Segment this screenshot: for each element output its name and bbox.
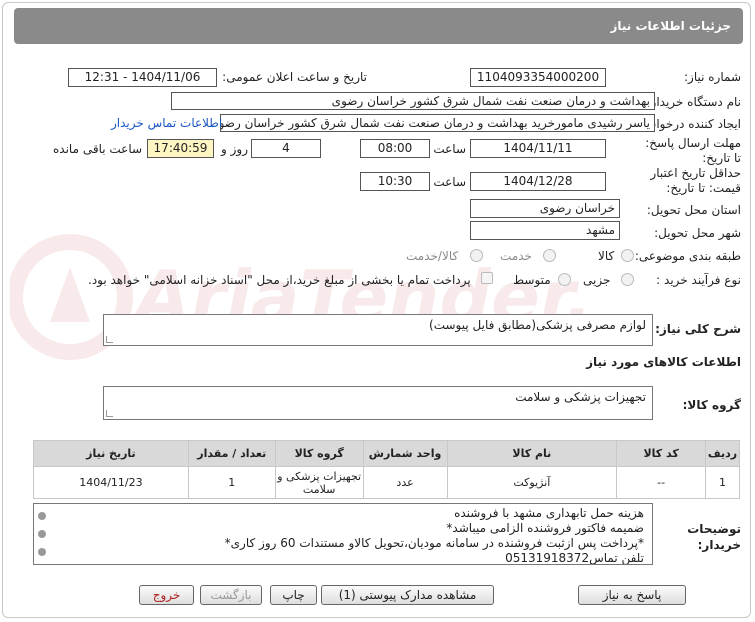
deadline-time-field: 08:00	[360, 139, 430, 158]
validity-date-field: 1404/12/28	[470, 172, 606, 191]
buyer-contact-link[interactable]: اطلاعات تماس خریدار	[111, 116, 222, 130]
process-option-minor: جزیی	[583, 273, 611, 287]
cell-group: تجهیزات پزشکی و سلامت	[274, 466, 364, 499]
category-option-service: خدمت	[500, 249, 532, 263]
buyer-org-label: نام دستگاه خریدار:	[646, 95, 742, 109]
notes-scrollbar[interactable]	[36, 506, 48, 562]
back-button[interactable]: بازگشت	[200, 585, 262, 605]
requester-field: یاسر رشیدی مامورخرید بهداشت و درمان صنعت…	[220, 114, 655, 132]
scroll-up-icon[interactable]	[38, 512, 46, 520]
cell-code: --	[616, 466, 707, 499]
goods-info-title: اطلاعات کالاهای مورد نیاز	[586, 355, 741, 369]
announce-field: 1404/11/06 - 12:31	[68, 68, 217, 87]
days-label: روز و	[221, 142, 248, 156]
goods-group-label: گروه کالا:	[682, 398, 741, 412]
announce-label: تاریخ و ساعت اعلان عمومی:	[222, 70, 367, 84]
treasury-payment-checkbox[interactable]	[481, 272, 493, 284]
deadline-label: مهلت ارسال پاسخ: تا تاریخ:	[645, 136, 741, 165]
category-radio-goods[interactable]	[621, 249, 634, 262]
city-field: مشهد	[470, 221, 620, 240]
buyer-notes-field: هزینه حمل تابهداری مشهد با فروشنده ضمیمه…	[33, 503, 653, 565]
process-radio-medium[interactable]	[558, 273, 571, 286]
panel-header: جزئیات اطلاعات نیاز	[14, 8, 743, 44]
col-name: نام کالا	[446, 440, 618, 467]
process-label: نوع فرآیند خرید :	[656, 273, 741, 287]
description-text: لوازم مصرفی پزشکی(مطابق فایل پیوست)	[429, 318, 646, 332]
buyer-org-field: بهداشت و درمان صنعت نفت شمال شرق کشور خر…	[171, 92, 655, 110]
category-radio-service[interactable]	[543, 249, 556, 262]
description-field: لوازم مصرفی پزشکی(مطابق فایل پیوست)	[103, 314, 653, 346]
goods-group-text: تجهیزات پزشکی و سلامت	[515, 390, 646, 404]
days-field: 4	[251, 139, 321, 158]
col-need-date: تاریخ نیاز	[33, 440, 189, 467]
validity-time-field: 10:30	[360, 172, 430, 191]
province-field: خراسان رضوی	[470, 199, 620, 218]
col-row: ردیف	[705, 440, 740, 467]
reply-button[interactable]: پاسخ به نیاز	[578, 585, 686, 605]
process-radio-minor[interactable]	[621, 273, 634, 286]
cell-name: آنژیوکت	[446, 466, 618, 499]
items-table: ردیف کد کالا نام کالا واحد شمارش گروه کا…	[33, 440, 740, 499]
scroll-thumb[interactable]	[38, 530, 46, 538]
goods-group-field: تجهیزات پزشکی و سلامت	[103, 386, 653, 420]
buyer-note-line: *پرداخت پس ازثبت فروشنده در سامانه مودیا…	[224, 536, 644, 550]
need-number-field: 1104093354000200	[470, 68, 606, 87]
validity-label: حداقل تاریخ اعتبار قیمت: تا تاریخ:	[650, 166, 741, 195]
process-option-medium: متوسط	[513, 273, 551, 287]
remaining-time-field: 17:40:59	[147, 139, 214, 158]
treasury-payment-note: پرداخت تمام یا بخشی از مبلغ خرید،از محل …	[88, 273, 471, 287]
col-code: کد کالا	[616, 440, 707, 467]
cell-qty: 1	[187, 466, 276, 499]
province-label: استان محل تحویل:	[646, 203, 741, 217]
view-attachments-button[interactable]: مشاهده مدارک پیوستی (1)	[321, 585, 494, 605]
buyer-note-line: تلفن تماس05131918372	[505, 551, 644, 565]
city-label: شهر محل تحویل:	[654, 226, 741, 240]
buyer-note-line: هزینه حمل تابهداری مشهد با فروشنده	[454, 506, 644, 520]
validity-time-label: ساعت	[433, 175, 466, 189]
need-number-label: شماره نیاز:	[684, 70, 741, 84]
table-row: 1 -- آنژیوکت عدد تجهیزات پزشکی و سلامت 1…	[33, 466, 740, 499]
col-group: گروه کالا	[274, 440, 364, 467]
description-label: شرح کلی نیاز:	[655, 322, 741, 336]
cell-need-date: 1404/11/23	[33, 466, 189, 499]
print-button[interactable]: چاپ	[270, 585, 317, 605]
category-option-goods: کالا	[598, 249, 615, 263]
deadline-date-field: 1404/11/11	[470, 139, 606, 158]
category-option-goods-service: کالا/خدمت	[406, 249, 459, 263]
col-qty: تعداد / مقدار	[187, 440, 276, 467]
scroll-down-icon[interactable]	[38, 548, 46, 556]
cell-unit: عدد	[362, 466, 448, 499]
exit-button[interactable]: خروج	[139, 585, 194, 605]
page-title: جزئیات اطلاعات نیاز	[610, 19, 731, 33]
col-unit: واحد شمارش	[362, 440, 448, 467]
category-label: طبقه بندی موضوعی:	[634, 249, 741, 263]
deadline-time-label: ساعت	[433, 142, 466, 156]
table-header-row: ردیف کد کالا نام کالا واحد شمارش گروه کا…	[33, 440, 740, 467]
category-radio-goods-service[interactable]	[470, 249, 483, 262]
buyer-notes-label: توضیحات خریدار:	[687, 522, 741, 552]
buyer-note-line: ضمیمه فاکتور فروشنده الزامی میباشد*	[446, 521, 644, 535]
cell-row: 1	[705, 466, 740, 499]
remaining-label: ساعت باقی مانده	[53, 142, 143, 156]
